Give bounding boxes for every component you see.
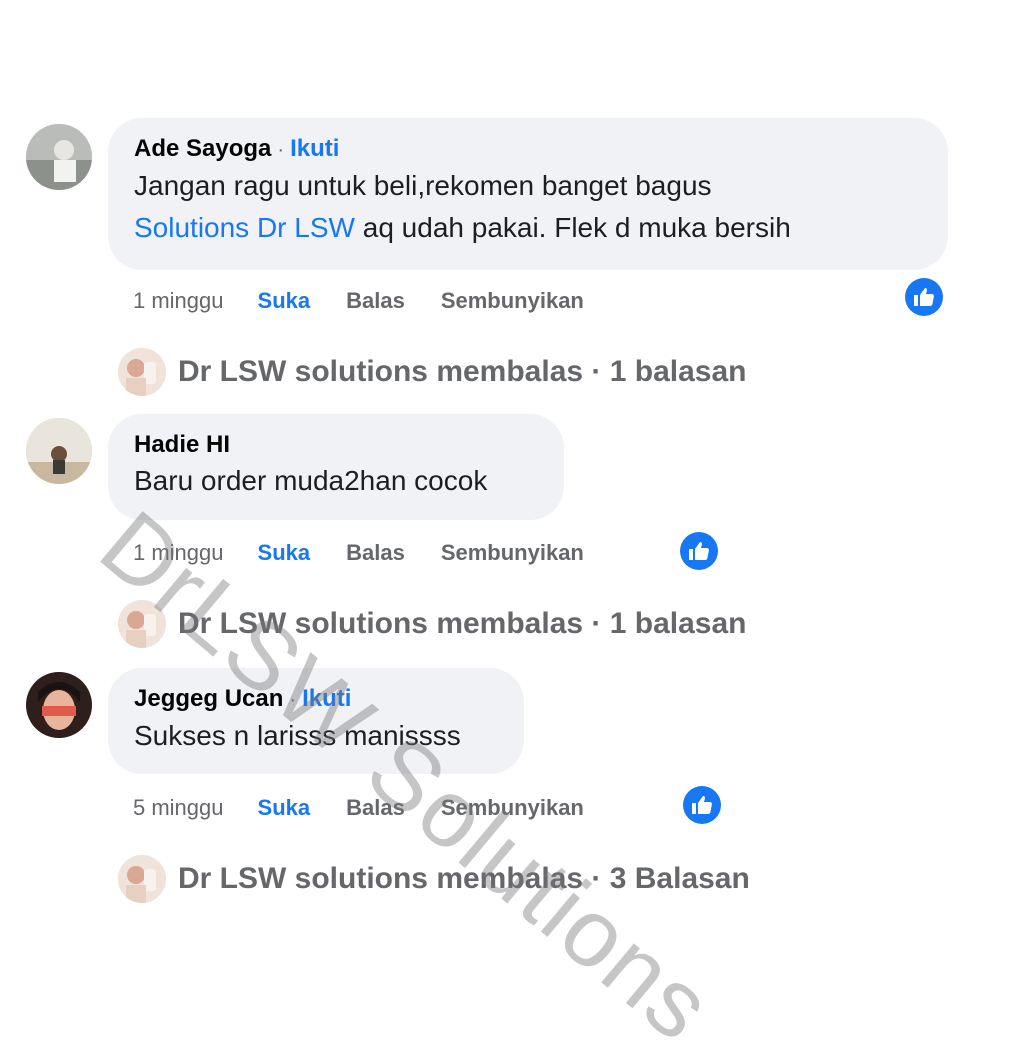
- replies-text: Dr LSW solutions membalas · 1 balasan: [178, 355, 747, 388]
- reply-button[interactable]: Balas: [346, 540, 405, 566]
- comment-text-line2: Solutions Dr LSW aq udah pakai. Flek d m…: [134, 207, 922, 249]
- avatar[interactable]: [26, 672, 92, 738]
- mention-link[interactable]: Solutions Dr LSW: [134, 212, 355, 243]
- timestamp[interactable]: 1 minggu: [133, 288, 224, 314]
- author-name[interactable]: Ade Sayoga: [134, 135, 271, 162]
- page-avatar: [118, 855, 166, 903]
- comment-bubble: Jeggeg Ucan · Ikuti Sukses n larisss manis…: [108, 668, 524, 774]
- comment-bubble: Ade Sayoga · Ikuti Jangan ragu untuk beli,…: [108, 118, 948, 270]
- replies-text: Dr LSW solutions membalas · 3 Balasan: [178, 862, 750, 895]
- comment-text-line1: Jangan ragu untuk beli,rekomen banget ba…: [134, 170, 712, 201]
- replies-text: Dr LSW solutions membalas · 1 balasan: [178, 607, 747, 640]
- reply-button[interactable]: Balas: [346, 795, 405, 821]
- page-avatar: [118, 600, 166, 648]
- author-name[interactable]: Hadie HI: [134, 431, 230, 458]
- comment-text: Baru order muda2han cocok: [134, 465, 488, 496]
- follow-button[interactable]: Ikuti: [290, 135, 339, 162]
- comment-actions: 1 minggu Suka Balas Sembunyikan: [133, 283, 584, 319]
- comment-text: Jangan ragu untuk beli,rekomen banget ba…: [134, 165, 922, 207]
- replies-link[interactable]: Dr LSW solutions membalas · 1 balasan: [118, 347, 746, 397]
- page-avatar: [118, 348, 166, 396]
- thumbs-up-icon[interactable]: [680, 532, 718, 570]
- timestamp[interactable]: 1 minggu: [133, 540, 224, 566]
- thumbs-up-icon[interactable]: [683, 786, 721, 824]
- hide-button[interactable]: Sembunyikan: [441, 795, 584, 821]
- comment-actions: 1 minggu Suka Balas Sembunyikan: [133, 535, 584, 571]
- reply-button[interactable]: Balas: [346, 288, 405, 314]
- separator-dot: ·: [289, 689, 297, 711]
- author-name[interactable]: Jeggeg Ucan: [134, 685, 283, 712]
- like-button[interactable]: Suka: [258, 288, 311, 314]
- separator-dot: ·: [277, 139, 285, 161]
- like-button[interactable]: Suka: [258, 795, 311, 821]
- comment-bubble: Hadie HI Baru order muda2han cocok: [108, 414, 564, 520]
- follow-button[interactable]: Ikuti: [302, 685, 351, 712]
- hide-button[interactable]: Sembunyikan: [441, 288, 584, 314]
- avatar[interactable]: [26, 418, 92, 484]
- comment-text-rest: aq udah pakai. Flek d muka bersih: [354, 212, 791, 243]
- watermark: DrLSW Solutions: [80, 490, 733, 1062]
- avatar[interactable]: [26, 124, 92, 190]
- comment-text: Sukses n larisss manissss: [134, 720, 461, 751]
- comment-actions: 5 minggu Suka Balas Sembunyikan: [133, 790, 584, 826]
- replies-link[interactable]: Dr LSW solutions membalas · 1 balasan: [118, 599, 746, 649]
- timestamp[interactable]: 5 minggu: [133, 795, 224, 821]
- thumbs-up-icon[interactable]: [905, 278, 943, 316]
- hide-button[interactable]: Sembunyikan: [441, 540, 584, 566]
- like-button[interactable]: Suka: [258, 540, 311, 566]
- replies-link[interactable]: Dr LSW solutions membalas · 3 Balasan: [118, 854, 750, 904]
